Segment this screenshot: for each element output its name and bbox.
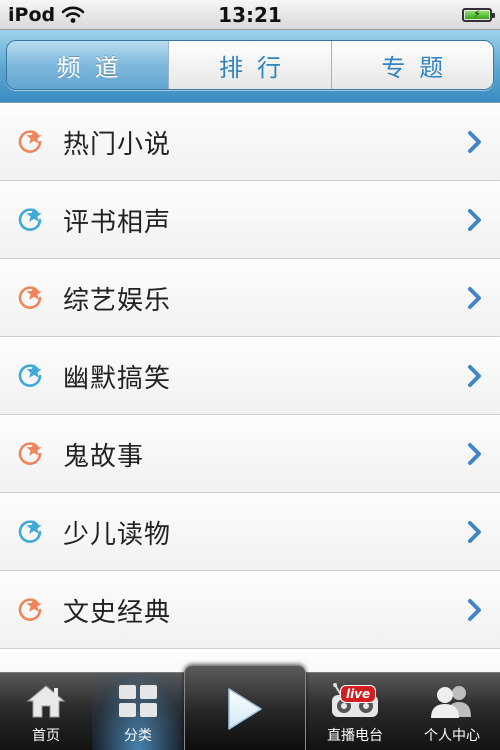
tab-topics[interactable]: 专题 (330, 41, 493, 89)
wifi-icon (61, 6, 85, 23)
chevron-right-icon (468, 365, 481, 387)
segmented-control: 频道 排行 专题 (6, 40, 494, 90)
star-refresh-blue-icon (18, 364, 42, 387)
chevron-right-icon (468, 521, 481, 543)
users-icon (431, 686, 471, 718)
star-refresh-orange-icon (18, 130, 42, 153)
list-item-variety[interactable]: 综艺娱乐 (0, 259, 500, 337)
category-list: 热门小说 评书相声 综艺娱乐 幽默搞笑 鬼故事 少儿读物 文史经典 (0, 102, 500, 672)
home-icon (26, 685, 66, 718)
status-bar: iPod 13:21 ⚡ (0, 0, 500, 30)
list-item-label: 文史经典 (63, 597, 172, 628)
chevron-right-icon (468, 443, 481, 465)
list-item-hot-novels[interactable]: 热门小说 (0, 103, 500, 181)
tab-ranking[interactable]: 排行 (168, 41, 331, 89)
star-refresh-blue-icon (18, 520, 42, 543)
tab-header: 频道 排行 专题 (0, 30, 500, 102)
list-item-label: 热门小说 (63, 129, 172, 160)
star-refresh-orange-icon (18, 442, 42, 465)
tab-home[interactable]: 首页 (0, 673, 92, 750)
list-item-ghost-stories[interactable]: 鬼故事 (0, 415, 500, 493)
tab-channels[interactable]: 频道 (7, 41, 169, 89)
carrier-label: iPod (8, 3, 56, 26)
star-refresh-blue-icon (18, 208, 42, 231)
list-item-label: 鬼故事 (63, 441, 145, 472)
list-item-storytelling[interactable]: 评书相声 (0, 181, 500, 259)
list-item-children[interactable]: 少儿读物 (0, 493, 500, 571)
play-icon (228, 687, 262, 730)
chevron-right-icon (468, 599, 481, 621)
chevron-right-icon (468, 209, 481, 231)
list-item-label: 幽默搞笑 (63, 363, 172, 394)
status-left: iPod (8, 4, 85, 26)
charging-bolt-icon: ⚡ (473, 8, 481, 20)
chevron-right-icon (468, 287, 481, 309)
list-item-humor[interactable]: 幽默搞笑 (0, 337, 500, 415)
battery-fill: ⚡ (465, 8, 489, 20)
play-button[interactable] (184, 665, 306, 750)
tab-profile-label: 个人中心 (424, 728, 480, 744)
chevron-right-icon (468, 131, 481, 153)
grid-icon (119, 685, 157, 717)
tab-profile[interactable]: 个人中心 (404, 673, 500, 750)
live-badge: live (340, 685, 377, 703)
star-refresh-orange-icon (18, 598, 42, 621)
tab-bar: 首页 分类 live 直播电台 个人中心 (0, 665, 500, 750)
list-item-classics[interactable]: 文史经典 (0, 571, 500, 649)
list-item-label: 评书相声 (63, 207, 172, 238)
star-refresh-orange-icon (18, 286, 42, 309)
tab-category-label: 分类 (124, 728, 152, 744)
tab-radio[interactable]: live 直播电台 (306, 673, 404, 750)
tab-category[interactable]: 分类 (92, 673, 184, 750)
tab-radio-label: 直播电台 (327, 728, 383, 744)
list-item-label: 综艺娱乐 (63, 285, 172, 316)
battery-icon: ⚡ (462, 7, 495, 22)
tab-home-label: 首页 (32, 728, 60, 744)
list-item-label: 少儿读物 (63, 519, 172, 550)
